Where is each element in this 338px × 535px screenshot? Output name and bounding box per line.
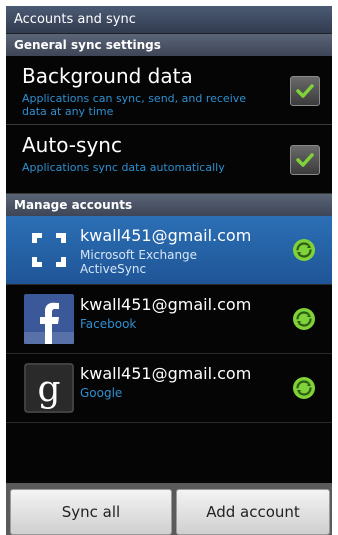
account-type: Google: [80, 386, 123, 400]
setting-title: Background data: [22, 64, 193, 88]
checkmark-icon: [296, 153, 314, 167]
checkmark-icon: [296, 84, 314, 98]
auto-sync-checkbox[interactable]: [290, 145, 320, 175]
background-data-checkbox[interactable]: [290, 76, 320, 106]
account-row-facebook[interactable]: kwall451@gmail.com Facebook: [6, 285, 332, 354]
section-header-manage: Manage accounts: [6, 194, 332, 216]
phone-screen: Accounts and sync General sync settings …: [6, 6, 332, 535]
sync-icon: [293, 377, 315, 399]
account-type: Facebook: [80, 317, 137, 331]
setting-background-data[interactable]: Background data Applications can sync, s…: [6, 56, 332, 125]
sync-icon: [293, 308, 315, 330]
account-type: Microsoft Exchange ActiveSync: [80, 248, 198, 276]
svg-text:g: g: [37, 369, 60, 410]
account-email: kwall451@gmail.com: [80, 226, 252, 245]
account-row-google[interactable]: g kwall451@gmail.com Google: [6, 354, 332, 423]
bottom-button-bar: Sync all Add account: [6, 483, 332, 535]
google-icon: g: [24, 363, 74, 413]
sync-icon: [293, 239, 315, 261]
sync-all-button[interactable]: Sync all: [10, 489, 172, 535]
facebook-icon: [24, 294, 74, 344]
account-row-exchange[interactable]: kwall451@gmail.com Microsoft Exchange Ac…: [6, 216, 332, 285]
add-account-button[interactable]: Add account: [176, 489, 330, 535]
setting-title: Auto-sync: [22, 133, 122, 157]
setting-auto-sync[interactable]: Auto-sync Applications sync data automat…: [6, 125, 332, 194]
account-email: kwall451@gmail.com: [80, 295, 252, 314]
account-email: kwall451@gmail.com: [80, 364, 252, 383]
exchange-icon: [32, 233, 66, 267]
setting-subtitle: Applications can sync, send, and receive…: [22, 92, 247, 118]
setting-subtitle: Applications sync data automatically: [22, 161, 225, 174]
section-header-general: General sync settings: [6, 34, 332, 56]
screen-title: Accounts and sync: [6, 6, 332, 34]
